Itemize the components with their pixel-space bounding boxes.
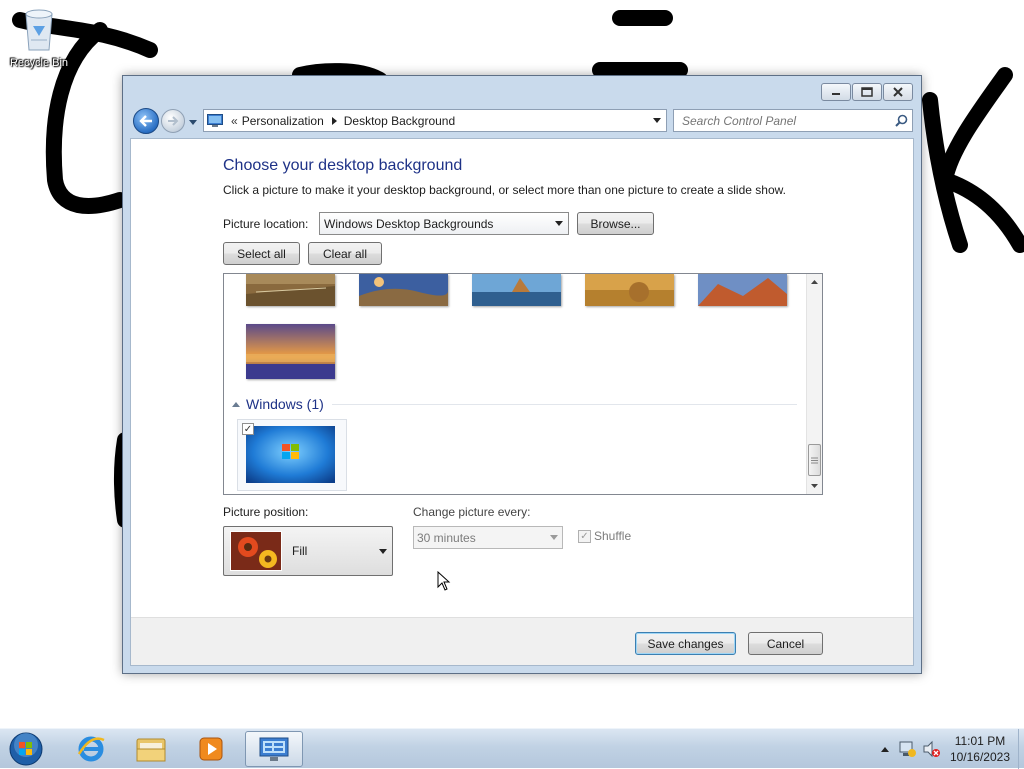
scroll-up-button[interactable] <box>807 274 822 290</box>
show-hidden-icons-icon[interactable] <box>880 745 890 753</box>
scroll-up-icon <box>811 280 818 284</box>
show-desktop-button[interactable] <box>1018 729 1024 769</box>
dialog-footer: Save changes Cancel <box>131 617 913 665</box>
picture-location-select[interactable]: Windows Desktop Backgrounds <box>319 212 569 235</box>
collapse-triangle-icon <box>232 402 240 407</box>
change-picture-label: Change picture every: <box>413 505 531 519</box>
content-area: Choose your desktop background Click a p… <box>130 138 914 666</box>
maximize-button[interactable] <box>852 83 882 101</box>
wallpaper-thumbnail[interactable] <box>359 274 448 306</box>
media-player-icon <box>199 737 223 761</box>
clock-time: 11:01 PM <box>954 734 1006 748</box>
arrow-left-icon <box>139 115 152 127</box>
close-icon <box>893 87 903 97</box>
desktop-background-window: « Personalization Desktop Background Cho… <box>122 75 922 674</box>
taskbar-control-panel[interactable] <box>245 731 303 767</box>
windows-group-header[interactable]: Windows (1) <box>232 396 797 412</box>
recycle-bin-icon <box>25 9 53 51</box>
system-tray: 11:01 PM 10/16/2023 <box>880 729 1010 769</box>
minimize-button[interactable] <box>821 83 851 101</box>
clear-all-button[interactable]: Clear all <box>308 242 382 265</box>
back-button[interactable] <box>133 108 159 134</box>
scroll-down-icon <box>811 484 818 488</box>
recent-pages-dropdown[interactable] <box>188 117 198 127</box>
window-controls <box>820 83 913 101</box>
wallpaper-thumbnail[interactable] <box>472 274 561 306</box>
taskbar: 11:01 PM 10/16/2023 <box>0 728 1024 769</box>
scroll-thumb[interactable] <box>808 444 821 476</box>
search-box[interactable] <box>673 109 913 132</box>
arrow-right-icon <box>168 116 179 126</box>
flower-preview-image <box>230 531 282 571</box>
start-button[interactable] <box>6 730 46 768</box>
shuffle-label: Shuffle <box>594 529 632 543</box>
shuffle-option[interactable]: ✓ Shuffle <box>578 529 631 543</box>
page-title: Choose your desktop background <box>223 157 463 174</box>
picture-position-value: Fill <box>292 544 308 558</box>
forward-button[interactable] <box>161 109 185 133</box>
chevron-down-icon <box>555 221 563 226</box>
address-dropdown-button[interactable] <box>648 118 666 123</box>
taskbar-clock[interactable]: 11:01 PM 10/16/2023 <box>950 733 1010 765</box>
change-picture-value: 30 minutes <box>417 530 476 545</box>
windows-logo-wallpaper-thumbnail <box>246 426 335 483</box>
folder-icon <box>136 738 166 762</box>
windows-orb-icon <box>9 732 43 766</box>
picture-location-label: Picture location: <box>223 217 309 231</box>
network-icon[interactable] <box>898 740 916 758</box>
browse-button[interactable]: Browse... <box>577 212 654 235</box>
page-description: Click a picture to make it your desktop … <box>223 183 786 197</box>
wallpaper-gallery: Windows (1) ✓ <box>223 273 823 495</box>
chevron-down-icon <box>653 118 661 123</box>
minimize-icon <box>832 93 840 95</box>
group-divider <box>331 403 797 405</box>
change-picture-interval-select[interactable]: 30 minutes <box>413 526 563 549</box>
chevron-down-icon <box>189 119 197 125</box>
internet-explorer-icon <box>77 736 105 762</box>
navigation-bar: « Personalization Desktop Background <box>131 107 915 134</box>
wallpaper-thumbnail[interactable] <box>585 274 674 306</box>
shuffle-checkbox[interactable]: ✓ <box>578 529 591 543</box>
breadcrumb-desktop-background[interactable]: Desktop Background <box>344 114 455 128</box>
grip-icon <box>811 457 818 463</box>
gallery-scrollbar[interactable] <box>806 274 822 494</box>
taskbar-file-explorer[interactable] <box>122 731 180 767</box>
chevron-down-icon <box>379 548 387 554</box>
taskbar-internet-explorer[interactable] <box>62 731 120 767</box>
breadcrumb-separator-icon[interactable] <box>327 116 341 125</box>
breadcrumb-overflow-icon[interactable]: « <box>231 114 238 128</box>
windows-wallpaper-checkbox[interactable]: ✓ <box>242 423 254 435</box>
picture-position-select[interactable]: Fill <box>223 526 393 576</box>
close-button[interactable] <box>883 83 913 101</box>
breadcrumb-personalization[interactable]: Personalization <box>242 114 324 128</box>
select-all-button[interactable]: Select all <box>223 242 300 265</box>
control-panel-icon <box>259 737 289 761</box>
address-bar[interactable]: « Personalization Desktop Background <box>203 109 667 132</box>
cancel-button[interactable]: Cancel <box>748 632 823 655</box>
windows-wallpaper-tile[interactable]: ✓ <box>237 419 347 491</box>
windows-group-title: Windows (1) <box>246 396 324 412</box>
scroll-down-button[interactable] <box>807 478 822 494</box>
save-changes-button[interactable]: Save changes <box>635 632 736 655</box>
control-panel-icon <box>207 113 223 127</box>
volume-muted-icon[interactable] <box>922 740 940 758</box>
taskbar-media-player[interactable] <box>182 731 240 767</box>
chevron-down-icon <box>550 535 558 540</box>
wallpaper-thumbnail[interactable] <box>246 274 335 306</box>
clock-date: 10/16/2023 <box>949 750 1010 764</box>
recycle-bin-label: Recycle Bin <box>9 57 69 69</box>
search-icon[interactable] <box>895 114 908 127</box>
recycle-bin-desktop-icon[interactable]: Recycle Bin <box>4 6 74 69</box>
mouse-cursor-icon <box>437 571 451 591</box>
search-input[interactable] <box>680 112 886 129</box>
picture-location-value: Windows Desktop Backgrounds <box>324 216 494 231</box>
wallpaper-thumbnail[interactable] <box>698 274 787 306</box>
picture-position-label: Picture position: <box>223 505 309 519</box>
restore-icon <box>861 87 873 97</box>
wallpaper-thumbnail[interactable] <box>246 324 335 379</box>
